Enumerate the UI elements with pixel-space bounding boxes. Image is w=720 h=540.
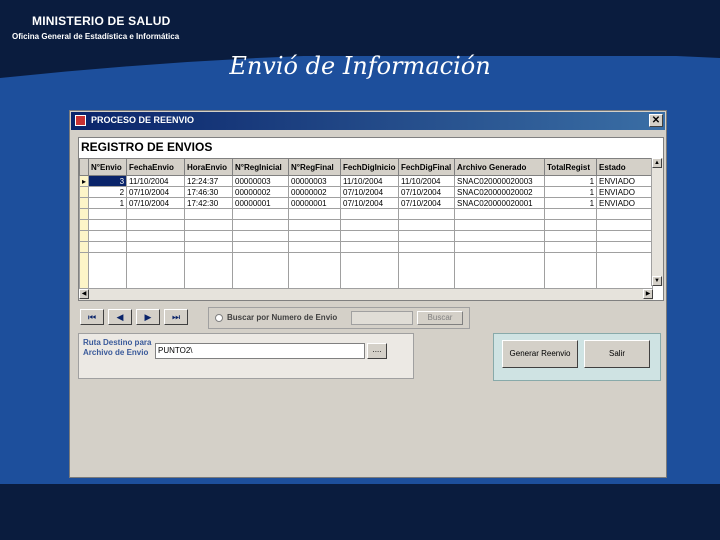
first-record-button[interactable]: ⏮ [80,309,104,325]
horizontal-scrollbar[interactable]: ◀ ▶ [79,288,653,300]
generate-resend-button[interactable]: Generar Reenvio [502,340,578,368]
cell[interactable]: 00000003 [232,175,290,187]
column-header[interactable]: FechaEnvio [126,158,186,176]
cell[interactable]: 1 [544,175,598,187]
column-header[interactable]: FechDigFinal [398,158,456,176]
table-row-empty[interactable] [79,208,654,220]
window-titlebar[interactable]: PROCESO DE REENVIO ✕ [71,112,665,130]
window-title: PROCESO DE REENVIO [91,115,195,125]
action-panel: Generar Reenvio Salir [493,333,661,381]
scroll-left-icon[interactable]: ◀ [79,289,89,299]
cell[interactable]: 1 [544,186,598,198]
column-header[interactable]: HoraEnvio [184,158,234,176]
envios-table: N°Envio FechaEnvio HoraEnvio N°RegInicia… [79,158,654,290]
row-indicator [79,197,90,209]
org-title: MINISTERIO DE SALUD [32,14,171,28]
table-row-empty[interactable] [79,219,654,231]
column-header[interactable]: N°RegFinal [288,158,342,176]
browse-button[interactable]: .... [367,343,387,359]
envios-grid: REGISTRO DE ENVIOS N°Envio FechaEnvio Ho… [78,137,664,301]
cell[interactable]: ENVIADO [596,197,654,209]
column-header[interactable]: TotalRegist [544,158,598,176]
grid-caption: REGISTRO DE ENVIOS [81,140,213,154]
cell[interactable]: 00000001 [232,197,290,209]
column-header[interactable]: Estado [596,158,654,176]
column-header[interactable]: Archivo Generado [454,158,546,176]
table-row-empty[interactable] [79,252,654,290]
cell[interactable]: SNAC020000020002 [454,186,546,198]
cell[interactable]: ENVIADO [596,175,654,187]
cell[interactable]: 00000003 [288,175,342,187]
destination-path-input[interactable]: PUNTO2\ [155,343,365,359]
org-subtitle: Oficina General de Estadística e Informá… [12,32,180,41]
exit-button[interactable]: Salir [584,340,650,368]
cell-envio[interactable]: 3 [88,175,128,187]
scroll-right-icon[interactable]: ▶ [643,289,653,299]
search-label: Buscar por Numero de Envio [227,313,338,322]
cell[interactable]: 1 [544,197,598,209]
cell[interactable]: 07/10/2004 [398,197,456,209]
search-button[interactable]: Buscar [417,311,463,325]
last-record-button[interactable]: ⏭ [164,309,188,325]
cell[interactable]: 07/10/2004 [126,186,186,198]
table-row[interactable]: 1 07/10/2004 17:42:30 00000001 00000001 … [79,197,654,209]
cell[interactable]: 12:24:37 [184,175,234,187]
prev-record-button[interactable]: ◀ [108,309,132,325]
column-header[interactable]: N°RegInicial [232,158,290,176]
vertical-scrollbar[interactable]: ▲ ▼ [651,158,663,286]
cell[interactable]: 07/10/2004 [126,197,186,209]
table-row[interactable]: 2 07/10/2004 17:46:30 00000002 00000002 … [79,186,654,198]
cell-envio[interactable]: 2 [88,186,128,198]
slide-title: Envió de Información [229,52,491,80]
table-row-empty[interactable] [79,230,654,242]
cell[interactable]: ENVIADO [596,186,654,198]
table-row[interactable]: ▸ 3 11/10/2004 12:24:37 00000003 0000000… [79,175,654,187]
close-button[interactable]: ✕ [649,114,663,127]
cell[interactable]: 11/10/2004 [398,175,456,187]
next-record-button[interactable]: ▶ [136,309,160,325]
cell[interactable]: 17:42:30 [184,197,234,209]
cell[interactable]: 17:46:30 [184,186,234,198]
footer-band [0,484,720,540]
row-indicator [79,186,90,198]
record-navigator: ⏮ ◀ ▶ ⏭ [80,309,200,325]
search-input[interactable] [351,311,413,325]
app-icon [75,115,86,126]
cell[interactable]: 07/10/2004 [398,186,456,198]
destination-label: Ruta Destino para Archivo de Envio [83,338,152,357]
row-indicator: ▸ [79,175,90,187]
cell[interactable]: SNAC020000020001 [454,197,546,209]
scroll-up-icon[interactable]: ▲ [652,158,662,168]
search-by-number-radio[interactable] [215,314,223,322]
cell[interactable]: 07/10/2004 [340,186,400,198]
cell[interactable]: 11/10/2004 [126,175,186,187]
cell[interactable]: 07/10/2004 [340,197,400,209]
grid-header-row: N°Envio FechaEnvio HoraEnvio N°RegInicia… [79,158,654,176]
cell[interactable]: 00000002 [288,186,342,198]
cell[interactable]: SNAC020000020003 [454,175,546,187]
column-header[interactable]: N°Envio [88,158,128,176]
table-row-empty[interactable] [79,241,654,253]
search-panel: Buscar por Numero de Envio Buscar [208,307,470,329]
column-header[interactable]: FechDigInicio [340,158,400,176]
row-indicator-header [79,158,90,176]
reenvio-window: PROCESO DE REENVIO ✕ REGISTRO DE ENVIOS … [69,110,667,478]
destination-panel: Ruta Destino para Archivo de Envio PUNTO… [78,333,414,379]
cell[interactable]: 00000002 [232,186,290,198]
scroll-down-icon[interactable]: ▼ [652,276,662,286]
cell[interactable]: 00000001 [288,197,342,209]
cell[interactable]: 11/10/2004 [340,175,400,187]
cell-envio[interactable]: 1 [88,197,128,209]
